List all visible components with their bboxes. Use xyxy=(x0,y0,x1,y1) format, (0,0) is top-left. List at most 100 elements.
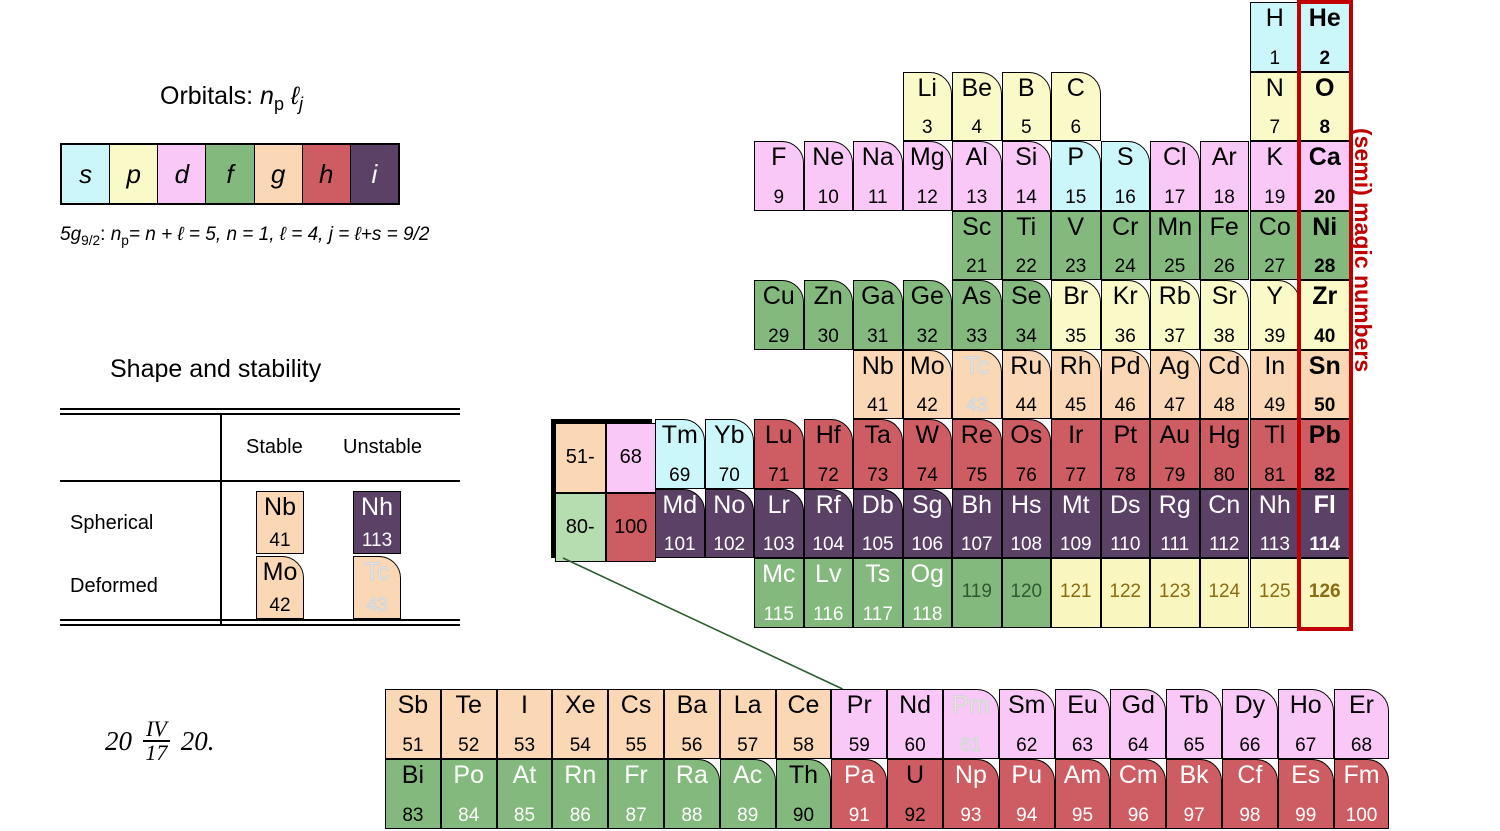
element-cell-18[interactable]: Ar 18 xyxy=(1199,141,1249,211)
element-cell-91[interactable]: Pa 91 xyxy=(831,759,888,829)
element-cell-54[interactable]: Xe 54 xyxy=(552,689,609,759)
element-cell-123[interactable]: 123 xyxy=(1150,558,1200,628)
element-cell-72[interactable]: Hf 72 xyxy=(803,419,853,489)
element-cell-120[interactable]: 120 xyxy=(1001,558,1051,628)
element-cell-9[interactable]: F9 xyxy=(754,141,804,211)
element-cell-36[interactable]: Kr 36 xyxy=(1100,280,1150,350)
element-cell-70[interactable]: Yb 70 xyxy=(704,419,754,489)
element-cell-121[interactable]: 121 xyxy=(1051,558,1101,628)
shape-sample-deformed-stable[interactable]: Mo 42 xyxy=(256,556,304,619)
element-cell-21[interactable]: Sc 21 xyxy=(952,210,1002,280)
element-cell-68[interactable]: Er 68 xyxy=(1333,689,1390,759)
element-cell-31[interactable]: Ga 31 xyxy=(853,280,903,350)
element-cell-125[interactable]: 125 xyxy=(1250,558,1300,628)
element-cell-107[interactable]: Bh 107 xyxy=(952,488,1002,558)
element-cell-41[interactable]: Nb 41 xyxy=(853,349,903,419)
element-cell-25[interactable]: Mn 25 xyxy=(1150,210,1200,280)
element-cell-14[interactable]: Si 14 xyxy=(1001,141,1051,211)
element-cell-22[interactable]: Ti 22 xyxy=(1001,210,1051,280)
element-cell-56[interactable]: Ba 56 xyxy=(664,689,720,759)
element-cell-65[interactable]: Tb 65 xyxy=(1166,689,1222,759)
element-cell-100[interactable]: Fm 100 xyxy=(1333,759,1390,829)
element-cell-83[interactable]: Bi 83 xyxy=(385,759,441,829)
element-cell-92[interactable]: U 92 xyxy=(887,759,943,829)
element-cell-23[interactable]: V 23 xyxy=(1051,210,1101,280)
element-cell-99[interactable]: Es 99 xyxy=(1277,759,1334,829)
element-cell-5[interactable]: B5 xyxy=(1001,71,1051,141)
element-cell-85[interactable]: At 85 xyxy=(496,759,553,829)
element-cell-116[interactable]: Lv 116 xyxy=(803,558,853,628)
element-cell-77[interactable]: Ir 77 xyxy=(1051,419,1101,489)
element-cell-122[interactable]: 122 xyxy=(1100,558,1150,628)
element-cell-29[interactable]: Cu 29 xyxy=(754,280,804,350)
element-cell-101[interactable]: Md 101 xyxy=(655,488,705,558)
element-cell-62[interactable]: Sm 62 xyxy=(998,689,1055,759)
element-cell-55[interactable]: Cs 55 xyxy=(608,689,664,759)
element-cell-27[interactable]: Co 27 xyxy=(1250,210,1300,280)
element-cell-87[interactable]: Fr 87 xyxy=(608,759,664,829)
element-cell-16[interactable]: S 16 xyxy=(1100,141,1150,211)
element-cell-124[interactable]: 124 xyxy=(1199,558,1249,628)
element-cell-105[interactable]: Db 105 xyxy=(853,488,903,558)
element-cell-95[interactable]: Am 95 xyxy=(1054,759,1111,829)
element-cell-44[interactable]: Ru 44 xyxy=(1001,349,1051,419)
element-cell-78[interactable]: Pt 78 xyxy=(1100,419,1150,489)
element-cell-75[interactable]: Re 75 xyxy=(952,419,1002,489)
callout-cell-top-left[interactable]: 51- xyxy=(555,423,606,493)
element-cell-45[interactable]: Rh 45 xyxy=(1051,349,1101,419)
element-cell-97[interactable]: Bk 97 xyxy=(1166,759,1222,829)
element-cell-43[interactable]: Tc 43 xyxy=(952,349,1002,419)
element-cell-86[interactable]: Rn 86 xyxy=(552,759,609,829)
element-cell-60[interactable]: Nd 60 xyxy=(887,689,943,759)
element-cell-58[interactable]: Ce 58 xyxy=(775,689,832,759)
element-cell-32[interactable]: Ge 32 xyxy=(902,280,952,350)
element-cell-109[interactable]: Mt 109 xyxy=(1051,488,1101,558)
element-cell-80[interactable]: Hg 80 xyxy=(1199,419,1249,489)
callout-cell-bottom-left[interactable]: 80- xyxy=(555,492,606,562)
element-cell-26[interactable]: Fe 26 xyxy=(1199,210,1249,280)
element-cell-74[interactable]: W 74 xyxy=(902,419,952,489)
element-cell-84[interactable]: Po 84 xyxy=(440,759,497,829)
element-cell-73[interactable]: Ta 73 xyxy=(853,419,903,489)
element-cell-30[interactable]: Zn 30 xyxy=(803,280,853,350)
element-cell-53[interactable]: I 53 xyxy=(496,689,553,759)
element-cell-93[interactable]: Np 93 xyxy=(943,759,999,829)
element-cell-113[interactable]: Nh 113 xyxy=(1250,488,1300,558)
element-cell-34[interactable]: Se 34 xyxy=(1001,280,1051,350)
element-cell-10[interactable]: Ne 10 xyxy=(803,141,853,211)
element-cell-46[interactable]: Pd 46 xyxy=(1100,349,1150,419)
element-cell-42[interactable]: Mo 42 xyxy=(902,349,952,419)
element-cell-13[interactable]: Al 13 xyxy=(952,141,1002,211)
element-cell-3[interactable]: Li 3 xyxy=(902,71,952,141)
element-cell-7[interactable]: N7 xyxy=(1250,71,1300,141)
element-cell-110[interactable]: Ds 110 xyxy=(1100,488,1150,558)
element-cell-106[interactable]: Sg 106 xyxy=(902,488,952,558)
element-cell-64[interactable]: Gd 64 xyxy=(1110,689,1167,759)
element-cell-12[interactable]: Mg 12 xyxy=(902,141,952,211)
element-cell-15[interactable]: P 15 xyxy=(1051,141,1101,211)
element-cell-19[interactable]: K 19 xyxy=(1250,141,1300,211)
element-cell-33[interactable]: As 33 xyxy=(952,280,1002,350)
element-cell-11[interactable]: Na 11 xyxy=(853,141,903,211)
callout-cell-bottom-right[interactable]: 100 xyxy=(605,492,656,562)
element-cell-88[interactable]: Ra 88 xyxy=(664,759,720,829)
element-cell-89[interactable]: Ac 89 xyxy=(719,759,776,829)
shape-sample-deformed-unstable[interactable]: Tc 43 xyxy=(353,556,401,619)
shape-sample-spherical-stable[interactable]: Nb 41 xyxy=(256,491,304,554)
element-cell-35[interactable]: Br 35 xyxy=(1051,280,1101,350)
element-cell-94[interactable]: Pu 94 xyxy=(998,759,1055,829)
element-cell-81[interactable]: Tl 81 xyxy=(1250,419,1300,489)
element-cell-102[interactable]: No 102 xyxy=(704,488,754,558)
element-cell-67[interactable]: Ho 67 xyxy=(1277,689,1334,759)
element-cell-117[interactable]: Ts 117 xyxy=(853,558,903,628)
element-cell-4[interactable]: Be 4 xyxy=(952,71,1002,141)
element-cell-61[interactable]: Pm 61 xyxy=(943,689,999,759)
element-cell-98[interactable]: Cf 98 xyxy=(1222,759,1278,829)
element-cell-111[interactable]: Rg 111 xyxy=(1150,488,1200,558)
element-cell-6[interactable]: C6 xyxy=(1051,71,1101,141)
element-cell-52[interactable]: Te 52 xyxy=(440,689,497,759)
shape-sample-spherical-unstable[interactable]: Nh 113 xyxy=(353,491,401,554)
element-cell-103[interactable]: Lr 103 xyxy=(754,488,804,558)
element-cell-71[interactable]: Lu 71 xyxy=(754,419,804,489)
element-cell-79[interactable]: Au 79 xyxy=(1150,419,1200,489)
